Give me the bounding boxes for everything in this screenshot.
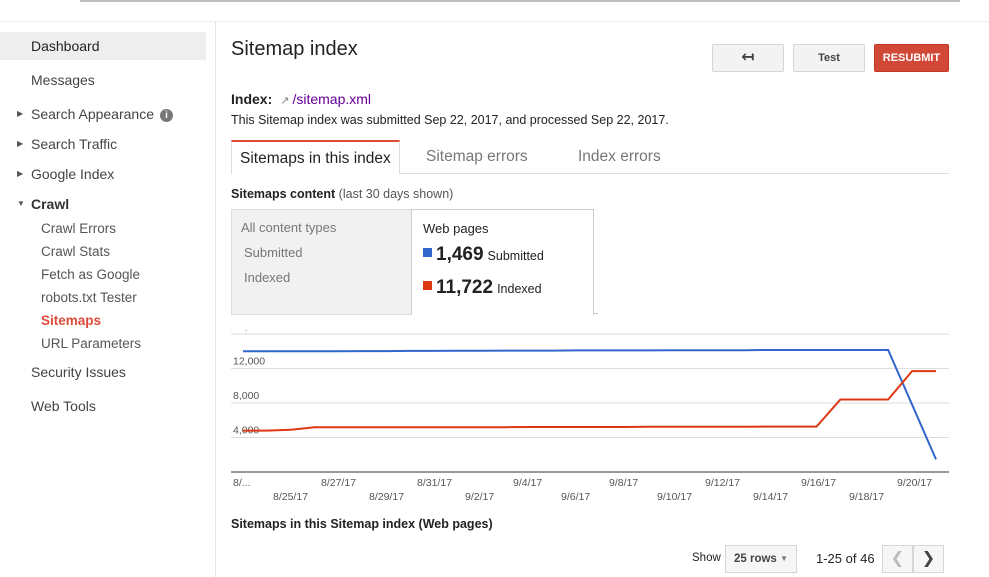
x-tick-label: 9/18/17 <box>849 491 884 503</box>
y-tick-label: 8,000 <box>233 390 259 402</box>
back-button[interactable]: ↤ <box>712 44 784 72</box>
content-types-panel: All content types Submitted Indexed <box>231 209 413 315</box>
sidebar-item-text: Search Appearance <box>31 106 154 122</box>
x-tick-label: 9/14/17 <box>753 491 788 503</box>
sidebar-item-label: Search Appearance i <box>31 100 173 128</box>
sidebar-item-google-index[interactable]: ▶ Google Index <box>0 160 206 188</box>
chevron-right-icon: ▶ <box>17 109 24 118</box>
sidebar-item-label: Security Issues <box>31 364 126 380</box>
series-line-submitted <box>243 349 937 460</box>
tab-sitemap-errors[interactable]: Sitemap errors <box>426 140 528 174</box>
sidebar-item-label: Messages <box>31 72 95 88</box>
sidebar-item-label: Search Traffic <box>31 136 118 152</box>
web-pages-panel: Web pages 1,469 Submitted 11,722 Indexed <box>411 209 594 315</box>
content-title-text: Sitemaps content <box>231 187 336 201</box>
chevron-right-icon: ▶ <box>17 169 24 178</box>
sidebar-item-search-appearance[interactable]: ▶ Search Appearance i <box>0 100 206 128</box>
sidebar-subitem-crawl-errors[interactable]: Crawl Errors <box>41 218 116 240</box>
chevron-right-icon: ▶ <box>17 139 24 148</box>
submitted-count: 1,469 <box>436 244 484 265</box>
indexed-label: Indexed <box>497 282 542 296</box>
y-tick-label: 12,000 <box>233 356 265 368</box>
sitemaps-table-title: Sitemaps in this Sitemap index (Web page… <box>231 517 493 531</box>
sitemap-url-link[interactable]: /sitemap.xml <box>292 91 371 107</box>
series-line-indexed <box>243 370 936 432</box>
content-type-all[interactable]: All content types <box>241 220 336 235</box>
x-tick-label: 8/31/17 <box>417 477 452 489</box>
sidebar-item-web-tools[interactable]: Web Tools <box>0 392 206 420</box>
chart-svg: 16,00012,0008,0004,0008/...8/27/178/31/1… <box>231 330 949 503</box>
chevron-right-icon: ❯ <box>921 550 936 567</box>
index-description: This Sitemap index was submitted Sep 22,… <box>231 113 669 127</box>
x-tick-label: 8/29/17 <box>369 491 404 503</box>
indexed-metric: 11,722 Indexed <box>423 277 542 299</box>
content-title-note: (last 30 days shown) <box>338 187 454 201</box>
chevron-down-icon: ▼ <box>17 199 25 208</box>
sidebar-subitem-crawl-stats[interactable]: Crawl Stats <box>41 241 110 263</box>
test-button[interactable]: Test <box>793 44 865 72</box>
x-tick-label: 9/16/17 <box>801 477 836 489</box>
content-type-submitted[interactable]: Submitted <box>244 245 303 260</box>
sidebar-subitem-fetch-as-google[interactable]: Fetch as Google <box>41 264 140 286</box>
submitted-metric: 1,469 Submitted <box>423 244 544 266</box>
chevron-left-icon: ❮ <box>890 550 905 567</box>
index-row: Index: ↗/sitemap.xml <box>231 91 371 107</box>
indexed-count: 11,722 <box>436 277 494 298</box>
sidebar-item-security-issues[interactable]: Security Issues <box>0 358 206 386</box>
sidebar-item-label: Dashboard <box>31 38 100 54</box>
x-tick-label: 9/20/17 <box>897 477 932 489</box>
info-icon[interactable]: i <box>159 109 173 122</box>
indexed-swatch <box>423 281 432 290</box>
top-divider <box>80 0 960 2</box>
next-page-button[interactable]: ❯ <box>913 545 944 573</box>
resubmit-button[interactable]: RESUBMIT <box>874 44 949 72</box>
x-tick-label: 8/25/17 <box>273 491 308 503</box>
x-tick-label: 9/6/17 <box>561 491 590 503</box>
sidebar-item-label: Web Tools <box>31 398 96 414</box>
metric-header: Web pages <box>423 221 489 236</box>
sitemap-chart: 16,00012,0008,0004,0008/...8/27/178/31/1… <box>231 330 951 510</box>
top-bar <box>0 0 989 8</box>
x-tick-label: 9/10/17 <box>657 491 692 503</box>
x-tick-label: 9/4/17 <box>513 477 542 489</box>
prev-page-button[interactable]: ❮ <box>882 545 913 573</box>
pagination-range: 1-25 of 46 <box>816 551 875 566</box>
external-link-icon[interactable]: ↗ <box>280 94 289 107</box>
rows-option-text: 25 rows <box>734 553 777 565</box>
sidebar-item-crawl[interactable]: ▼ Crawl <box>0 190 206 218</box>
sidebar-subitem-sitemaps[interactable]: Sitemaps <box>41 310 101 332</box>
x-tick-label: 9/12/17 <box>705 477 740 489</box>
x-tick-label: 9/2/17 <box>465 491 494 503</box>
tab-index-errors[interactable]: Index errors <box>578 140 661 174</box>
index-label: Index: <box>231 91 273 107</box>
panel-edge <box>594 313 598 315</box>
sidebar-item-label: Crawl <box>31 196 70 212</box>
tab-sitemaps-in-index[interactable]: Sitemaps in this index <box>231 140 400 175</box>
y-tick-label: 16,000 <box>233 330 265 333</box>
sidebar: Dashboard Messages ▶ Search Appearance i … <box>0 22 216 577</box>
caret-down-icon: ▼ <box>780 554 788 563</box>
sidebar-item-messages[interactable]: Messages <box>0 66 206 94</box>
sidebar-item-label: Google Index <box>31 166 115 182</box>
x-tick-label: 8/... <box>233 477 251 489</box>
content-title: Sitemaps content (last 30 days shown) <box>231 187 453 201</box>
x-tick-label: 8/27/17 <box>321 477 356 489</box>
sidebar-subitem-robots-tester[interactable]: robots.txt Tester <box>41 287 137 309</box>
x-tick-label: 9/8/17 <box>609 477 638 489</box>
rows-per-page-select[interactable]: 25 rows ▼ <box>725 545 797 573</box>
tab-bar: Sitemaps in this index Sitemap errors In… <box>231 140 949 175</box>
submitted-swatch <box>423 248 432 257</box>
sidebar-item-search-traffic[interactable]: ▶ Search Traffic <box>0 130 206 158</box>
sidebar-subitem-url-parameters[interactable]: URL Parameters <box>41 333 141 355</box>
sidebar-item-dashboard[interactable]: Dashboard <box>0 32 206 60</box>
content-type-indexed[interactable]: Indexed <box>244 270 290 285</box>
submitted-label: Submitted <box>487 249 544 263</box>
page-title: Sitemap index <box>231 38 358 60</box>
show-label: Show <box>692 552 721 564</box>
